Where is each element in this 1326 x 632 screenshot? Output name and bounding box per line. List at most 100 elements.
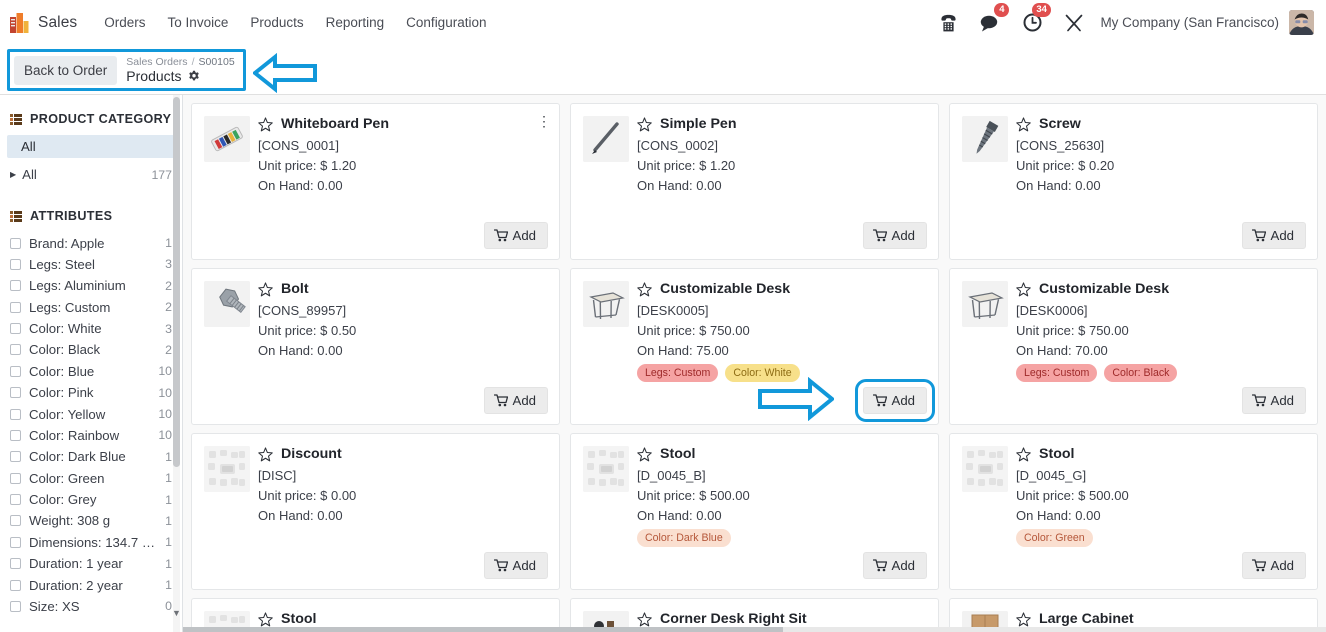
- sidebar-attribute-row[interactable]: Legs: Steel 3: [0, 254, 182, 275]
- sidebar-attribute-row[interactable]: Weight: 308 g 1: [0, 510, 182, 531]
- user-avatar[interactable]: [1289, 10, 1314, 35]
- sidebar-attribute-row[interactable]: Color: Dark Blue 1: [0, 446, 182, 467]
- sidebar-attribute-row[interactable]: Size: XS 0: [0, 596, 182, 617]
- attribute-checkbox[interactable]: [10, 472, 21, 484]
- sidebar-scrollbar-thumb[interactable]: [173, 97, 180, 467]
- sidebar-attribute-row[interactable]: Duration: 1 year 1: [0, 553, 182, 574]
- favorite-star-icon[interactable]: [637, 281, 652, 297]
- breadcrumb-parent[interactable]: Sales Orders: [126, 56, 187, 68]
- attribute-checkbox[interactable]: [10, 558, 21, 570]
- gear-icon[interactable]: [188, 70, 200, 82]
- add-to-order-button[interactable]: Add: [483, 552, 548, 579]
- favorite-star-icon[interactable]: [1016, 446, 1031, 462]
- sidebar-attribute-row[interactable]: Color: Yellow 10: [0, 403, 182, 424]
- add-to-order-button[interactable]: Add: [862, 222, 927, 249]
- sidebar-attribute-row[interactable]: Color: White 3: [0, 318, 182, 339]
- favorite-star-icon[interactable]: [1016, 611, 1031, 627]
- chevron-right-icon[interactable]: ▶: [10, 170, 16, 179]
- favorite-star-icon[interactable]: [258, 116, 273, 132]
- sidebar-attribute-row[interactable]: Legs: Custom 2: [0, 297, 182, 318]
- sidebar-attribute-row[interactable]: Brand: Apple 1: [0, 232, 182, 253]
- product-card[interactable]: Customizable Desk [DESK0005] Unit price: $…: [570, 268, 939, 425]
- back-to-order-button[interactable]: Back to Order: [14, 55, 118, 85]
- sidebar-attribute-row[interactable]: Color: Grey 1: [0, 489, 182, 510]
- attribute-checkbox[interactable]: [10, 280, 21, 292]
- nav-item-orders[interactable]: Orders: [93, 9, 156, 36]
- attribute-checkbox[interactable]: [10, 429, 21, 441]
- favorite-star-icon[interactable]: [637, 116, 652, 132]
- add-to-order-button[interactable]: Add: [483, 387, 548, 414]
- favorite-star-icon[interactable]: [637, 611, 652, 627]
- card-menu-kebab-icon[interactable]: ⋮: [537, 114, 551, 128]
- nav-item-products[interactable]: Products: [239, 9, 314, 36]
- add-button-label: Add: [891, 558, 915, 573]
- phone-keypad-icon[interactable]: [928, 8, 969, 38]
- attribute-checkbox[interactable]: [10, 323, 21, 335]
- attribute-checkbox[interactable]: [10, 301, 21, 313]
- add-to-order-button[interactable]: Add: [854, 379, 936, 422]
- attribute-checkbox[interactable]: [10, 515, 21, 527]
- sidebar-attribute-row[interactable]: Color: Black 2: [0, 339, 182, 360]
- product-card[interactable]: Customizable Desk [DESK0006] Unit price: $…: [949, 268, 1318, 425]
- attribute-checkbox[interactable]: [10, 237, 21, 249]
- attribute-checkbox[interactable]: [10, 408, 21, 420]
- attribute-checkbox[interactable]: [10, 579, 21, 591]
- sidebar-category-row-all[interactable]: ▶ All 177: [0, 164, 182, 185]
- breadcrumb-record[interactable]: S00105: [198, 56, 234, 68]
- horizontal-scrollbar[interactable]: [183, 627, 1326, 632]
- sidebar-attribute-row[interactable]: Color: Green 1: [0, 468, 182, 489]
- product-code: [CONS_0001]: [258, 138, 339, 153]
- product-name: Corner Desk Right Sit: [660, 611, 807, 627]
- company-name[interactable]: My Company (San Francisco): [1100, 15, 1279, 30]
- favorite-star-icon[interactable]: [1016, 116, 1031, 132]
- attribute-label: Legs: Steel: [29, 256, 95, 272]
- product-card[interactable]: Screw [CONS_25630] Unit price: $ 0.20 On Ha…: [949, 103, 1318, 260]
- product-card[interactable]: Stool [D_0045_B] Unit price: $ 500.00 On Ha…: [570, 433, 939, 590]
- app-brand[interactable]: Sales: [10, 12, 77, 33]
- product-card[interactable]: Bolt [CONS_89957] Unit price: $ 0.50 On Han…: [191, 268, 560, 425]
- nav-item-reporting[interactable]: Reporting: [315, 9, 396, 36]
- attribute-checkbox[interactable]: [10, 365, 21, 377]
- add-to-order-button[interactable]: Add: [1241, 222, 1306, 249]
- add-to-order-button[interactable]: Add: [862, 552, 927, 579]
- attribute-label: Dimensions: 134.7 x ...: [29, 534, 160, 550]
- attribute-checkbox[interactable]: [10, 494, 21, 506]
- product-unit-price: Unit price: $ 0.20: [1016, 158, 1115, 174]
- nav-item-configuration[interactable]: Configuration: [395, 9, 497, 36]
- sidebar-attribute-row[interactable]: Dimensions: 134.7 x ... 1: [0, 532, 182, 553]
- messages-icon[interactable]: 4: [969, 2, 1012, 38]
- product-name: Screw: [1039, 116, 1081, 132]
- attributes-list: Brand: Apple 1 Legs: Steel 3 Legs: Aluminium…: [0, 232, 182, 617]
- add-to-order-button[interactable]: Add: [1241, 552, 1306, 579]
- add-to-order-button[interactable]: Add: [483, 222, 548, 249]
- sidebar-attribute-row[interactable]: Color: Pink 10: [0, 382, 182, 403]
- sidebar-scrollbar[interactable]: ▼: [172, 95, 181, 632]
- category-selected-all[interactable]: All: [7, 135, 175, 158]
- favorite-star-icon[interactable]: [258, 281, 273, 297]
- nav-item-to-invoice[interactable]: To Invoice: [157, 9, 240, 36]
- product-card[interactable]: ⋮ Whiteboard Pen [CONS_0001] Unit price: $ …: [191, 103, 560, 260]
- sidebar-attribute-row[interactable]: Color: Rainbow 10: [0, 425, 182, 446]
- attribute-checkbox[interactable]: [10, 451, 21, 463]
- sidebar-attribute-row[interactable]: Duration: 2 year 1: [0, 574, 182, 595]
- add-to-order-button[interactable]: Add: [1241, 387, 1306, 414]
- sidebar-attribute-row[interactable]: Legs: Aluminium 2: [0, 275, 182, 296]
- favorite-star-icon[interactable]: [637, 446, 652, 462]
- attribute-checkbox[interactable]: [10, 344, 21, 356]
- attribute-checkbox[interactable]: [10, 387, 21, 399]
- product-card[interactable]: Simple Pen [CONS_0002] Unit price: $ 1.20 O…: [570, 103, 939, 260]
- attribute-checkbox[interactable]: [10, 536, 21, 548]
- product-thumbnail: [962, 116, 1008, 162]
- scroll-down-arrow-icon[interactable]: ▼: [172, 608, 181, 618]
- activities-clock-icon[interactable]: 34: [1012, 2, 1054, 38]
- product-card[interactable]: Discount [DISC] Unit price: $ 0.00 On Hand:…: [191, 433, 560, 590]
- body: PRODUCT CATEGORY All ▶ All 177 ATTRIBUTE…: [0, 95, 1326, 632]
- attribute-checkbox[interactable]: [10, 600, 21, 612]
- favorite-star-icon[interactable]: [258, 446, 273, 462]
- favorite-star-icon[interactable]: [258, 611, 273, 627]
- debug-tools-icon[interactable]: [1054, 8, 1094, 38]
- favorite-star-icon[interactable]: [1016, 281, 1031, 297]
- attribute-checkbox[interactable]: [10, 258, 21, 270]
- sidebar-attribute-row[interactable]: Color: Blue 10: [0, 361, 182, 382]
- product-card[interactable]: Stool [D_0045_G] Unit price: $ 500.00 On Ha…: [949, 433, 1318, 590]
